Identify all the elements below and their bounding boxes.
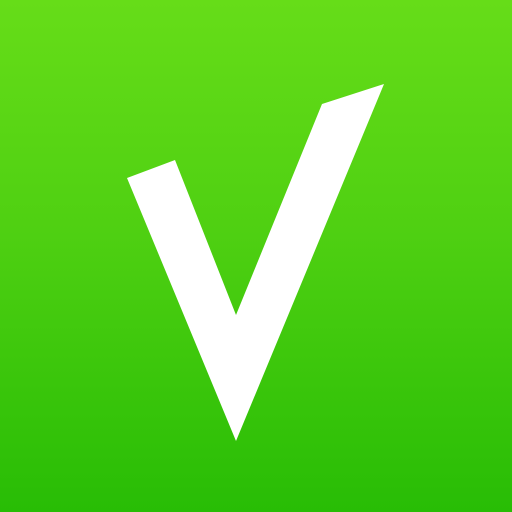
checkmark-v-icon bbox=[127, 84, 384, 441]
checkmark-stroke bbox=[127, 84, 384, 441]
app-icon-tile[interactable] bbox=[0, 0, 512, 512]
